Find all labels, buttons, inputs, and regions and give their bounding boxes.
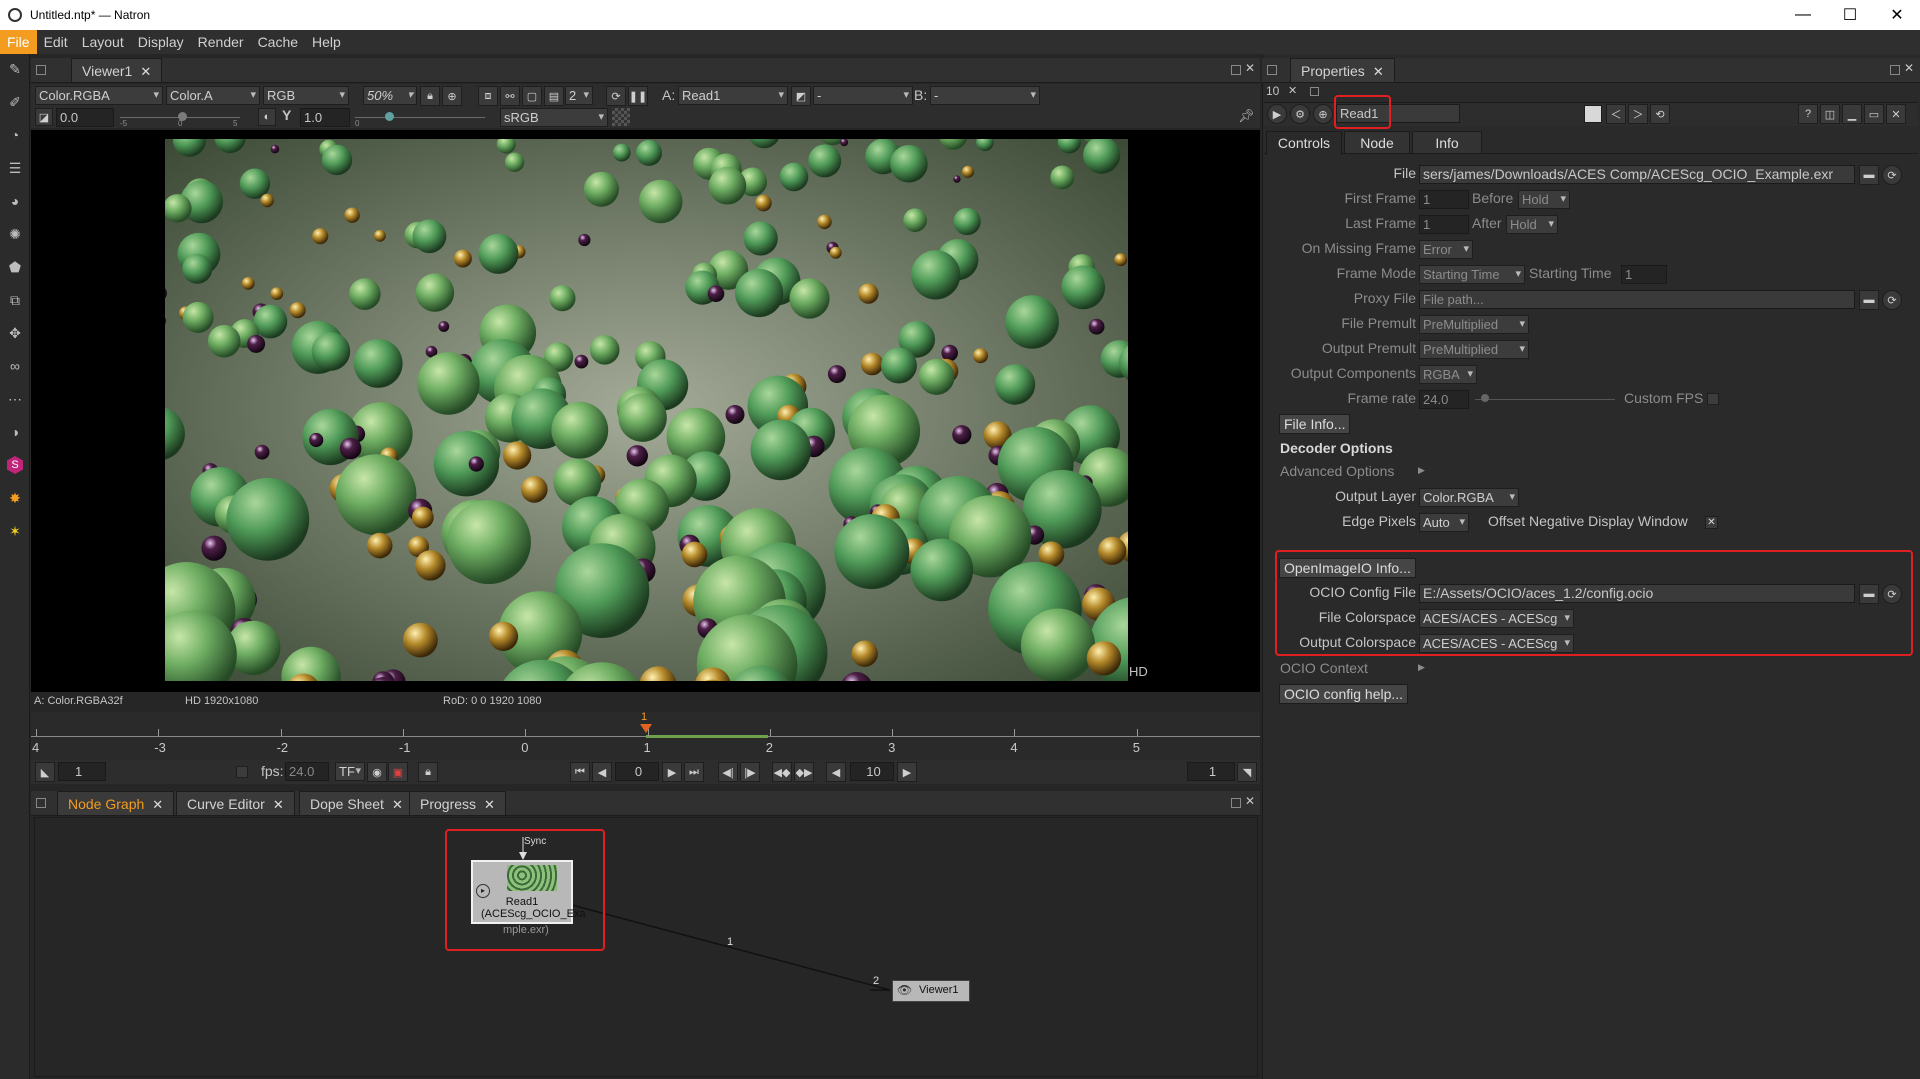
properties-pane-menu-icon[interactable] [1267, 65, 1277, 75]
node-preset-icon[interactable]: ⊕ [1313, 104, 1333, 124]
custom-fps-label: Custom FPS [1624, 390, 1704, 406]
proxy-file-label: Proxy File [1353, 290, 1416, 306]
minimize-button[interactable]: — [1780, 0, 1826, 30]
file-field[interactable]: sers/james/Downloads/ACES Comp/ACEScg_OC… [1419, 165, 1855, 184]
hide-params-icon[interactable]: ◫ [1820, 104, 1840, 124]
file-premult-label: File Premult [1341, 315, 1416, 331]
output-components-label: Output Components [1290, 365, 1416, 381]
maximize-button[interactable]: ☐ [1827, 0, 1873, 30]
tab-properties[interactable]: Properties ✕ [1290, 58, 1395, 82]
reload-file-icon[interactable]: ⟳ [1882, 165, 1902, 185]
node-color-swatch[interactable] [1584, 105, 1602, 123]
decoder-options-heading: Decoder Options [1280, 440, 1393, 456]
output-premult-label: Output Premult [1321, 340, 1416, 356]
clear-panels-icon[interactable]: ✕ [1288, 84, 1297, 97]
frame-mode-dropdown[interactable]: Starting Time [1419, 265, 1525, 284]
viewer-node[interactable]: 👁︎ Viewer1 [892, 980, 970, 1002]
after-label: After [1472, 215, 1502, 231]
frame-rate-label: Frame rate [1347, 390, 1416, 406]
first-frame-field[interactable]: 1 [1419, 190, 1469, 209]
frame-rate-field[interactable]: 24.0 [1419, 390, 1469, 409]
offset-negative-checkbox[interactable]: ✕ [1705, 516, 1718, 529]
edge-pixels-label: Edge Pixels [1342, 513, 1416, 529]
custom-fps-checkbox[interactable] [1707, 393, 1719, 405]
offset-negative-label: Offset Negative Display Window [1488, 513, 1688, 529]
last-frame-label: Last Frame [1345, 215, 1416, 231]
tab-info[interactable]: Info [1412, 131, 1482, 154]
starting-time-label: Starting Time [1529, 265, 1612, 281]
close-icon[interactable]: ✕ [1373, 64, 1384, 79]
file-label: File [1393, 165, 1416, 181]
ocio-settings-highlight [1275, 550, 1913, 656]
missing-frame-dropdown[interactable]: Error [1419, 240, 1473, 259]
output-layer-label: Output Layer [1335, 488, 1416, 504]
ocio-help-button[interactable]: OCIO config help... [1279, 684, 1409, 704]
ocio-context-label: OCIO Context [1280, 660, 1368, 676]
browse-folder-icon[interactable]: ▬ [1859, 290, 1879, 310]
tab-controls[interactable]: Controls [1266, 131, 1342, 155]
node-graph-edges [519, 837, 891, 991]
frame-mode-label: Frame Mode [1336, 265, 1416, 281]
file-info-button[interactable]: File Info... [1279, 414, 1351, 434]
close-panel-icon[interactable]: ✕ [1886, 104, 1906, 124]
edge-input-label: 1 [727, 936, 734, 948]
minimize-panel-icon[interactable]: ▁ [1842, 104, 1862, 124]
node-settings-gear-icon[interactable]: ⚙ [1290, 104, 1310, 124]
advanced-options-label: Advanced Options [1280, 463, 1395, 479]
starting-time-field[interactable]: 1 [1621, 265, 1667, 284]
output-components-dropdown[interactable]: RGBA [1419, 365, 1477, 384]
last-frame-field[interactable]: 1 [1419, 215, 1469, 234]
before-label: Before [1472, 190, 1514, 206]
center-node-icon[interactable]: ▶ [1267, 104, 1287, 124]
restore-defaults-icon[interactable]: ⟲ [1650, 104, 1670, 124]
tab-node[interactable]: Node [1344, 131, 1410, 154]
proxy-file-field[interactable]: File path... [1419, 290, 1855, 309]
help-icon[interactable]: ? [1798, 104, 1818, 124]
float-panel-icon[interactable]: ▭ [1864, 104, 1884, 124]
redo-icon[interactable]: ＞ [1628, 104, 1648, 124]
after-dropdown[interactable]: Hold [1506, 215, 1558, 234]
viewer-input-label: 2 [873, 975, 880, 987]
close-window-button[interactable]: ✕ [1874, 0, 1920, 30]
close-pane-icon[interactable]: ✕ [1904, 61, 1914, 75]
viewer-node-label: Viewer1 [919, 984, 959, 996]
expand-arrow-icon[interactable]: ▶ [1418, 662, 1425, 673]
properties-tabbar: Properties ✕ ✕ [1262, 58, 1920, 83]
browse-folder-icon[interactable]: ▬ [1859, 165, 1879, 185]
minimize-panels-icon[interactable] [1310, 87, 1319, 96]
tab-properties-label: Properties [1301, 63, 1365, 79]
expand-arrow-icon[interactable]: ▶ [1418, 465, 1425, 476]
before-dropdown[interactable]: Hold [1518, 190, 1570, 209]
read-node-highlight [445, 829, 605, 951]
output-premult-dropdown[interactable]: PreMultiplied [1419, 340, 1529, 359]
node-name-highlight [1334, 95, 1391, 129]
missing-frame-label: On Missing Frame [1301, 240, 1416, 256]
frame-rate-slider[interactable] [1475, 390, 1615, 410]
reload-proxy-icon[interactable]: ⟳ [1882, 290, 1902, 310]
undo-icon[interactable]: ＜ [1606, 104, 1626, 124]
max-panels-value[interactable]: 10 [1266, 84, 1279, 98]
eye-icon: 👁︎ [897, 983, 913, 997]
first-frame-label: First Frame [1344, 190, 1416, 206]
edge-pixels-dropdown[interactable]: Auto [1419, 513, 1469, 532]
output-layer-dropdown[interactable]: Color.RGBA [1419, 488, 1519, 507]
float-pane-icon[interactable] [1890, 65, 1900, 75]
file-premult-dropdown[interactable]: PreMultiplied [1419, 315, 1529, 334]
